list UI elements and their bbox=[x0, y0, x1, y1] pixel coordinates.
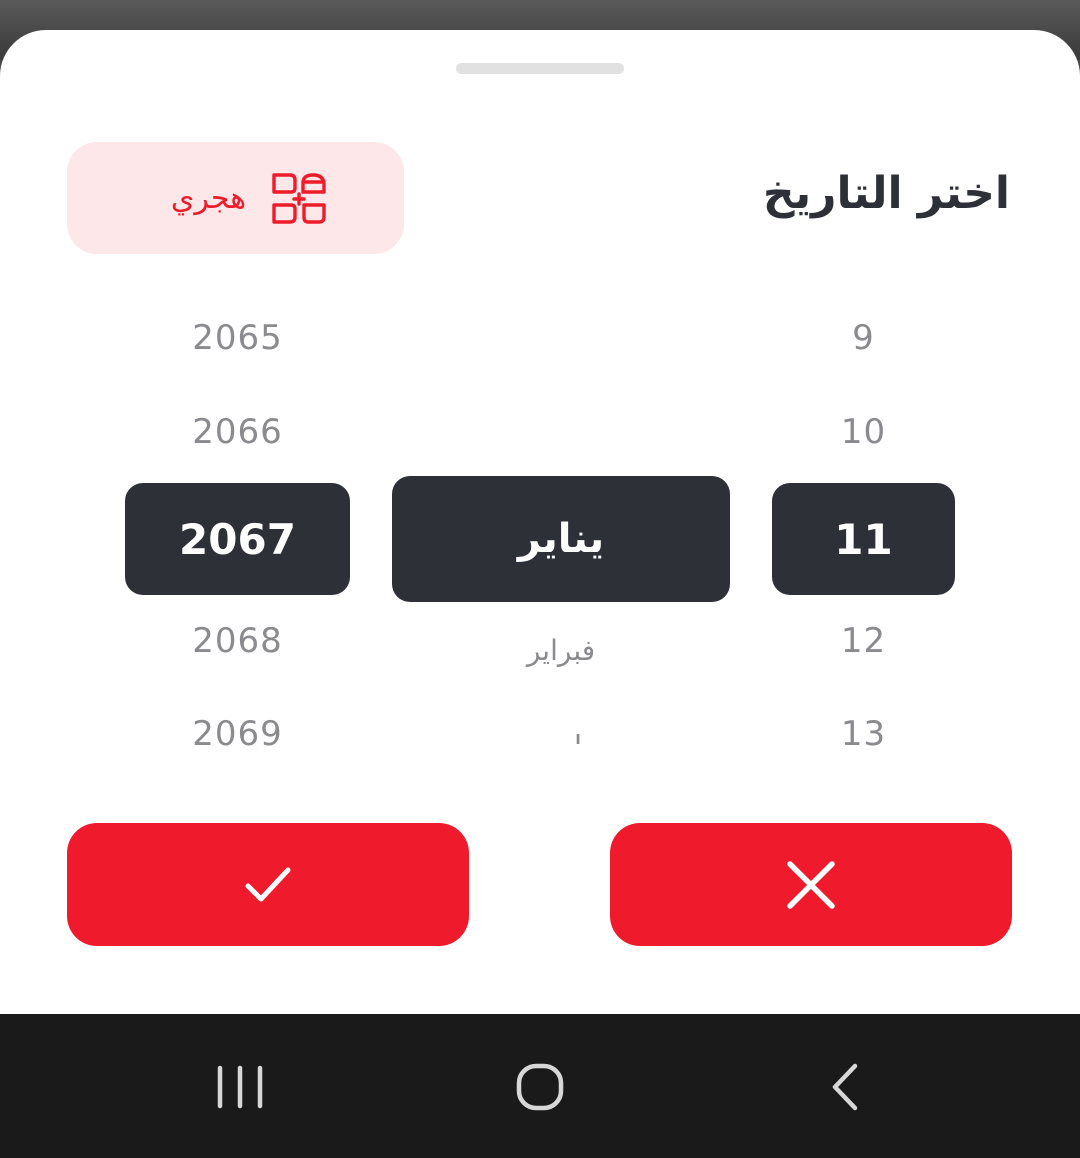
recent-apps-icon bbox=[217, 1065, 263, 1109]
drag-handle[interactable] bbox=[456, 63, 624, 74]
check-icon bbox=[245, 867, 291, 901]
close-icon bbox=[787, 860, 835, 909]
year-option[interactable]: 2066 bbox=[125, 412, 350, 452]
year-option[interactable]: 2068 bbox=[125, 621, 350, 661]
sheet-title: اختر التاريخ bbox=[762, 168, 1010, 219]
day-option[interactable]: 13 bbox=[772, 714, 955, 754]
confirm-button[interactable] bbox=[67, 823, 469, 946]
year-option[interactable]: 2069 bbox=[125, 714, 350, 754]
selected-day[interactable]: 11 bbox=[772, 483, 955, 595]
year-option[interactable]: 2065 bbox=[125, 318, 350, 358]
hijri-calendar-toggle[interactable]: هجري bbox=[67, 142, 404, 254]
day-option[interactable]: 9 bbox=[772, 318, 955, 358]
home-icon bbox=[516, 1063, 564, 1111]
day-option[interactable]: 12 bbox=[772, 621, 955, 661]
home-button[interactable] bbox=[500, 1052, 580, 1122]
hijri-calendar-icon bbox=[272, 173, 326, 224]
recent-apps-button[interactable] bbox=[200, 1052, 280, 1122]
month-option[interactable]: فبراير bbox=[392, 634, 730, 667]
cancel-button[interactable] bbox=[610, 823, 1012, 946]
day-option[interactable]: 10 bbox=[772, 412, 955, 452]
hijri-toggle-label: هجري bbox=[170, 180, 247, 216]
back-icon bbox=[832, 1063, 858, 1111]
back-button[interactable] bbox=[805, 1052, 885, 1122]
selected-year[interactable]: 2067 bbox=[125, 483, 350, 595]
selected-month[interactable]: يناير bbox=[392, 476, 730, 602]
month-option[interactable]: مارس bbox=[392, 730, 730, 744]
date-picker-sheet: اختر التاريخ هجري 2065 2066 2067 2068 20… bbox=[0, 30, 1080, 1015]
system-navigation-bar bbox=[0, 1014, 1080, 1158]
